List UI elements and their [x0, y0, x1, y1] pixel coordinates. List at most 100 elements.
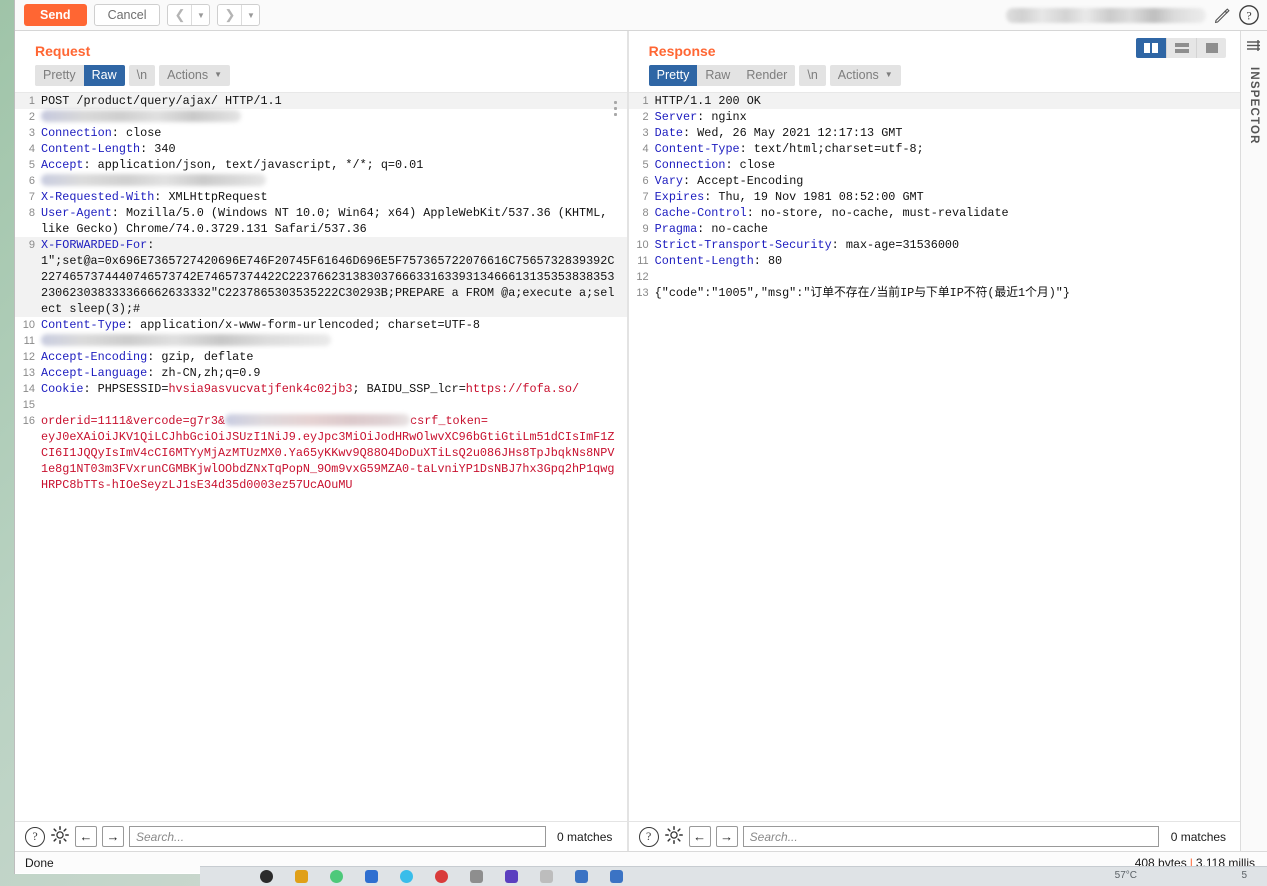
code-line[interactable]: 3Date: Wed, 26 May 2021 12:17:13 GMT	[629, 125, 1241, 141]
line-text	[41, 333, 627, 349]
response-actions-button[interactable]: Actions ▼	[830, 65, 901, 86]
tab-response-pretty[interactable]: Pretty	[649, 65, 698, 86]
code-line[interactable]: 11Content-Length: 80	[629, 253, 1241, 269]
code-line[interactable]: 5Accept: application/json, text/javascri…	[15, 157, 627, 173]
code-line[interactable]: 3Connection: close	[15, 125, 627, 141]
request-search-settings-icon[interactable]	[50, 825, 70, 848]
response-search-prev-button[interactable]: ←	[689, 826, 711, 847]
line-number: 8	[629, 205, 655, 221]
taskbar-icon-2[interactable]	[295, 870, 308, 883]
request-context-menu-icon[interactable]	[614, 101, 617, 116]
tab-response-raw[interactable]: Raw	[697, 65, 738, 86]
taskbar-icon-6[interactable]	[435, 870, 448, 883]
line-text: HTTP/1.1 200 OK	[655, 93, 1241, 109]
send-button[interactable]: Send	[24, 4, 87, 26]
code-line[interactable]: 1POST /product/query/ajax/ HTTP/1.1	[15, 93, 627, 109]
response-search-next-button[interactable]: →	[716, 826, 738, 847]
code-line[interactable]: 12Accept-Encoding: gzip, deflate	[15, 349, 627, 365]
request-search-input[interactable]	[129, 826, 546, 847]
help-icon[interactable]: ?	[1238, 4, 1260, 26]
code-line[interactable]: 2Server: nginx	[629, 109, 1241, 125]
line-number: 6	[629, 173, 655, 189]
redacted-header	[41, 174, 266, 186]
chevron-left-icon[interactable]: ❮	[168, 5, 191, 25]
response-search-settings-icon[interactable]	[664, 825, 684, 848]
code-line[interactable]: 12	[629, 269, 1241, 285]
code-line[interactable]: 13{"code":"1005","msg":"订单不存在/当前IP与下单IP不…	[629, 285, 1241, 301]
tab-request-raw[interactable]: Raw	[84, 65, 125, 86]
pencil-icon[interactable]	[1213, 6, 1231, 24]
line-number: 16	[15, 413, 41, 429]
line-text: Content-Type: text/html;charset=utf-8;	[655, 141, 1241, 157]
line-text: Pragma: no-cache	[655, 221, 1241, 237]
code-line[interactable]: 7X-Requested-With: XMLHttpRequest	[15, 189, 627, 205]
tab-response-render[interactable]: Render	[738, 65, 795, 86]
line-number: 2	[629, 109, 655, 125]
history-forward-split-button[interactable]: ❯ ▼	[217, 4, 260, 26]
code-line[interactable]: 8User-Agent: Mozilla/5.0 (Windows NT 10.…	[15, 205, 627, 237]
code-line[interactable]: 6	[15, 173, 627, 189]
taskbar-icon-9[interactable]	[540, 870, 553, 883]
tab-request-newline[interactable]: \n	[129, 65, 155, 86]
request-search-prev-button[interactable]: ←	[75, 826, 97, 847]
taskbar-icon-5[interactable]	[400, 870, 413, 883]
chevron-down-icon[interactable]: ▼	[242, 5, 259, 25]
response-code[interactable]: 1HTTP/1.1 200 OK2Server: nginx3Date: Wed…	[629, 93, 1241, 301]
code-line[interactable]: 9Pragma: no-cache	[629, 221, 1241, 237]
code-line[interactable]: 1HTTP/1.1 200 OK	[629, 93, 1241, 109]
line-number: 8	[15, 205, 41, 221]
stacked-layout-button[interactable]	[1166, 38, 1196, 58]
code-line[interactable]: 10Content-Type: application/x-www-form-u…	[15, 317, 627, 333]
line-number: 5	[629, 157, 655, 173]
taskbar-icon-11[interactable]	[610, 870, 623, 883]
request-search-next-button[interactable]: →	[102, 826, 124, 847]
request-search-help-icon[interactable]: ?	[25, 827, 45, 847]
request-editor[interactable]: 1POST /product/query/ajax/ HTTP/1.123Con…	[15, 92, 627, 821]
line-text	[41, 109, 627, 125]
single-pane-layout-button[interactable]	[1196, 38, 1226, 58]
line-number: 2	[15, 109, 41, 125]
response-editor[interactable]: 1HTTP/1.1 200 OK2Server: nginx3Date: Wed…	[629, 92, 1241, 821]
taskbar-icon-8[interactable]	[505, 870, 518, 883]
code-line[interactable]: 6Vary: Accept-Encoding	[629, 173, 1241, 189]
inspector-rail[interactable]: INSPECTOR	[1240, 31, 1267, 851]
collapse-panel-icon[interactable]	[1246, 39, 1262, 56]
chevron-right-icon[interactable]: ❯	[218, 5, 241, 25]
taskbar-icon-1[interactable]	[260, 870, 273, 883]
response-search-input[interactable]	[743, 826, 1160, 847]
code-line[interactable]: 16orderid=1111&vercode=g7r3&csrf_token=e…	[15, 413, 627, 493]
line-number: 9	[629, 221, 655, 237]
taskbar-icon-3[interactable]	[330, 870, 343, 883]
code-line[interactable]: 4Content-Type: text/html;charset=utf-8;	[629, 141, 1241, 157]
code-line[interactable]: 15	[15, 397, 627, 413]
line-text: {"code":"1005","msg":"订单不存在/当前IP与下单IP不符(…	[655, 285, 1241, 301]
response-search-help-icon[interactable]: ?	[639, 827, 659, 847]
taskbar-icon-4[interactable]	[365, 870, 378, 883]
burp-repeater-window: Send Cancel ❮ ▼ ❯ ▼	[0, 0, 1267, 886]
code-line[interactable]: 5Connection: close	[629, 157, 1241, 173]
taskbar-icon-7[interactable]	[470, 870, 483, 883]
code-line[interactable]: 14Cookie: PHPSESSID=hvsia9asvucvatjfenk4…	[15, 381, 627, 397]
request-code[interactable]: 1POST /product/query/ajax/ HTTP/1.123Con…	[15, 93, 627, 493]
code-line[interactable]: 4Content-Length: 340	[15, 141, 627, 157]
code-line[interactable]: 2	[15, 109, 627, 125]
request-actions-button[interactable]: Actions ▼	[159, 65, 230, 86]
code-line[interactable]: 9X-FORWARDED-For: 1";set@a=0x696E7365727…	[15, 237, 627, 317]
line-text: Connection: close	[655, 157, 1241, 173]
tab-response-newline[interactable]: \n	[799, 65, 825, 86]
line-text: POST /product/query/ajax/ HTTP/1.1	[41, 93, 627, 109]
code-line[interactable]: 10Strict-Transport-Security: max-age=315…	[629, 237, 1241, 253]
cancel-button[interactable]: Cancel	[94, 4, 161, 26]
side-by-side-layout-button[interactable]	[1136, 38, 1166, 58]
taskbar-icon-10[interactable]	[575, 870, 588, 883]
code-line[interactable]: 7Expires: Thu, 19 Nov 1981 08:52:00 GMT	[629, 189, 1241, 205]
history-back-split-button[interactable]: ❮ ▼	[167, 4, 210, 26]
line-number: 4	[15, 141, 41, 157]
layout-mode-buttons	[1136, 38, 1226, 58]
code-line[interactable]: 13Accept-Language: zh-CN,zh;q=0.9	[15, 365, 627, 381]
code-line[interactable]: 11	[15, 333, 627, 349]
tab-request-pretty[interactable]: Pretty	[35, 65, 84, 86]
target-url-redacted[interactable]	[1006, 8, 1206, 23]
code-line[interactable]: 8Cache-Control: no-store, no-cache, must…	[629, 205, 1241, 221]
chevron-down-icon[interactable]: ▼	[192, 5, 209, 25]
